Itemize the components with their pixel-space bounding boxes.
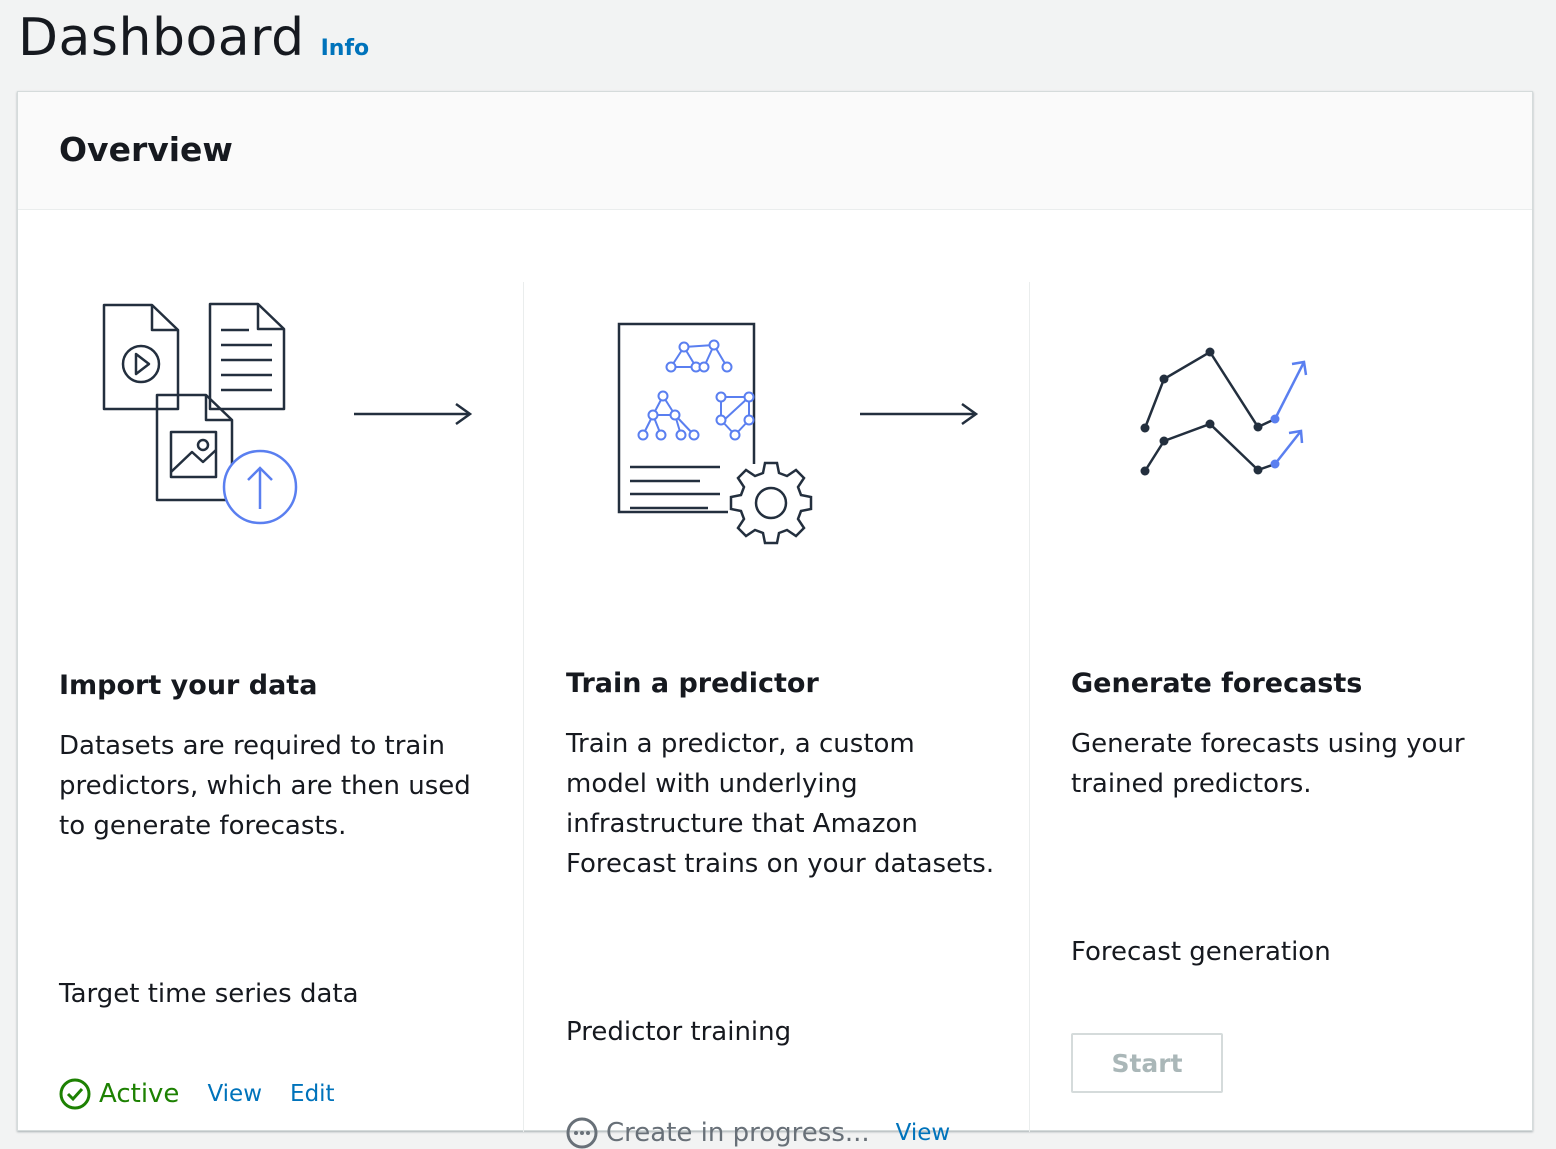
step-title: Import your data (59, 670, 318, 701)
status-label: Target time series data (59, 979, 359, 1009)
steps: Import your data Datasets are required t… (18, 282, 1534, 1149)
status-text: Create in progress... (606, 1118, 870, 1148)
edit-link[interactable]: Edit (290, 1081, 335, 1107)
view-link[interactable]: View (896, 1120, 951, 1146)
import-data-illustration (102, 302, 298, 525)
step-title: Train a predictor (566, 668, 819, 699)
overview-header: Overview (18, 92, 1532, 210)
forecast-chart-illustration (1140, 347, 1308, 476)
page-header: Dashboard Info (18, 8, 369, 68)
status-active: Active (59, 1078, 179, 1110)
overview-container: Overview Import your data Datasets are r… (17, 91, 1534, 1149)
page-title: Dashboard (18, 8, 305, 68)
step-description: Datasets are required to train predictor… (59, 731, 471, 841)
status-label: Predictor training (566, 1017, 792, 1047)
step-train-predictor: Train a predictor Train a predictor, a c… (523, 282, 1029, 1149)
status-text: Active (99, 1079, 180, 1109)
arrow-right-icon (860, 402, 979, 426)
arrow-right-icon (354, 402, 473, 426)
status-in-progress: Create in progress... (566, 1117, 870, 1149)
step-description: Train a predictor, a custom model with u… (566, 729, 995, 879)
start-button[interactable]: Start (1071, 1033, 1223, 1093)
status-row: Create in progress... View (566, 1117, 950, 1149)
overview-title: Overview (59, 130, 233, 169)
train-predictor-illustration (617, 322, 813, 545)
ellipsis-circle-icon (566, 1117, 598, 1149)
view-link[interactable]: View (207, 1081, 262, 1107)
step-import-data: Import your data Datasets are required t… (18, 282, 523, 1132)
step-description: Generate forecasts using your trained pr… (1071, 729, 1465, 799)
status-label: Forecast generation (1071, 937, 1331, 967)
step-title: Generate forecasts (1071, 668, 1363, 699)
step-generate-forecasts: Generate forecasts Generate forecasts us… (1029, 282, 1534, 1132)
check-circle-icon (59, 1078, 91, 1110)
status-row: Active View Edit (59, 1078, 335, 1110)
info-link[interactable]: Info (321, 36, 370, 61)
